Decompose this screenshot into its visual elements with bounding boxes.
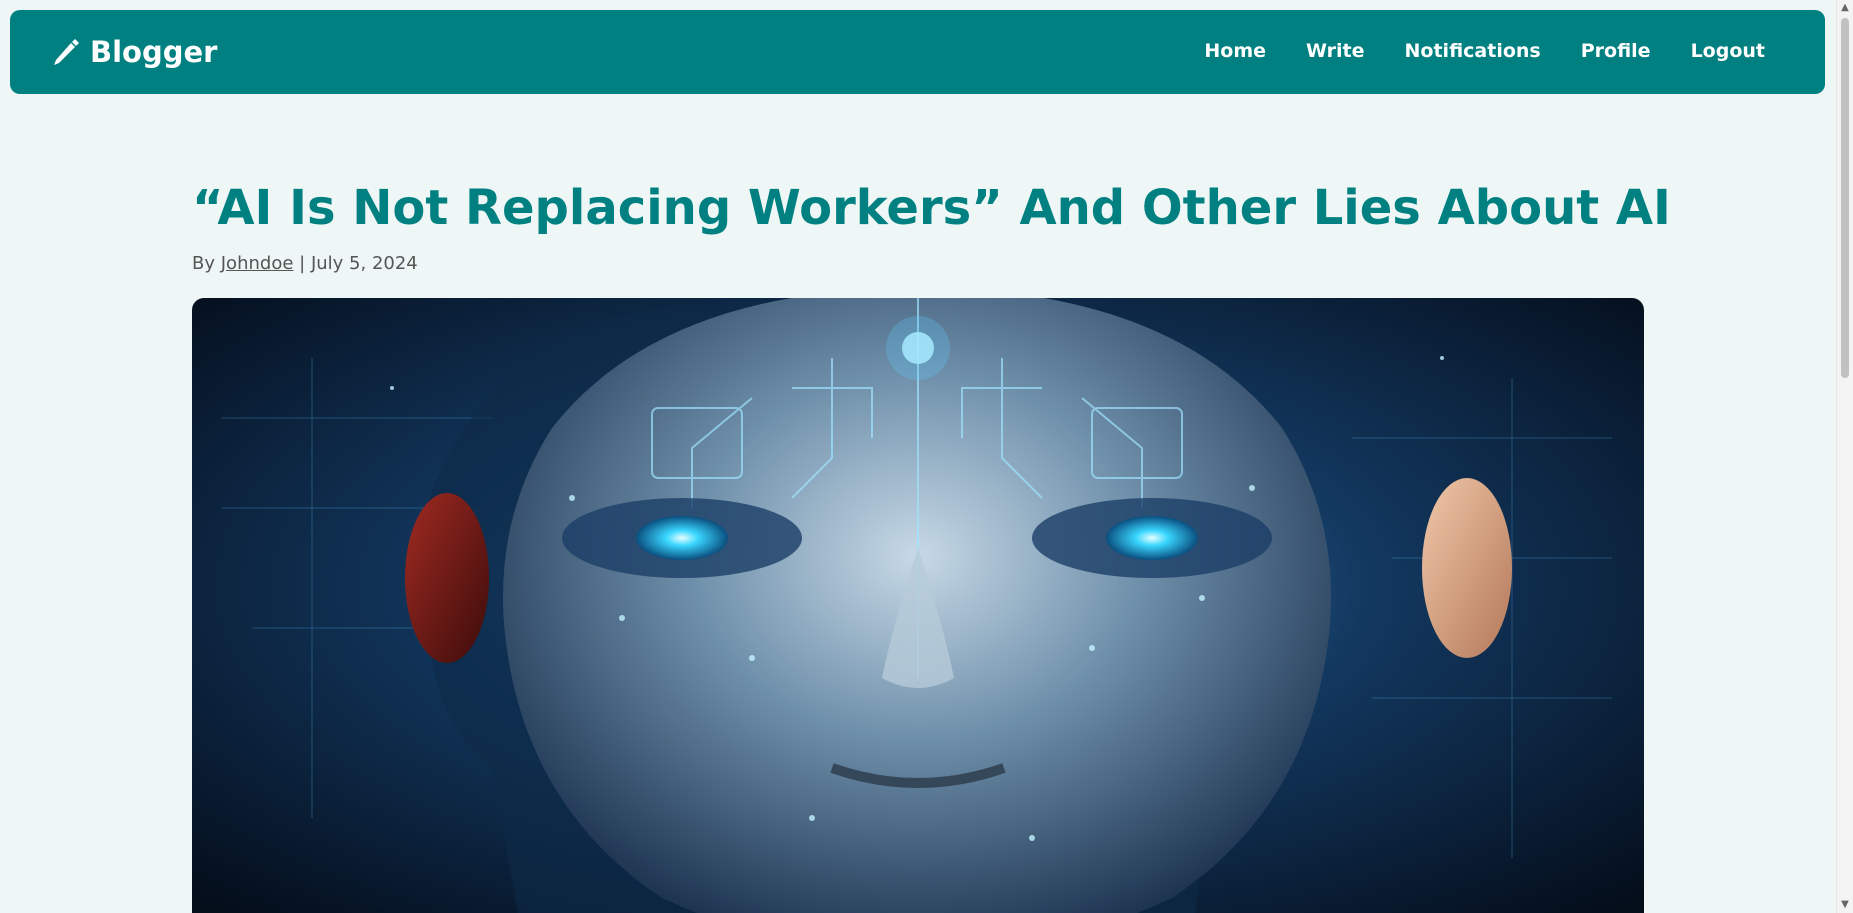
nav-profile[interactable]: Profile [1581, 40, 1651, 62]
byline-separator: | [299, 253, 306, 274]
brand-name: Blogger [90, 35, 218, 69]
nav-home[interactable]: Home [1204, 40, 1266, 62]
nav-logout[interactable]: Logout [1691, 40, 1765, 62]
main-nav: Home Write Notifications Profile Logout [1204, 40, 1765, 62]
top-navbar: Blogger Home Write Notifications Profile… [10, 10, 1825, 94]
scroll-down-icon[interactable]: ▼ [1840, 900, 1850, 910]
nav-write[interactable]: Write [1306, 40, 1364, 62]
brand-logo[interactable]: Blogger [50, 34, 217, 70]
scroll-thumb[interactable] [1841, 18, 1849, 378]
page: Blogger Home Write Notifications Profile… [0, 0, 1853, 913]
article-hero-image [192, 298, 1644, 913]
pencil-icon [50, 36, 82, 68]
page-scrollbar[interactable]: ▲ ▼ [1836, 0, 1853, 913]
publish-date: July 5, 2024 [310, 253, 418, 274]
nav-notifications[interactable]: Notifications [1405, 40, 1541, 62]
article-title: “AI Is Not Replacing Workers” And Other … [192, 180, 1671, 236]
by-label: By [192, 253, 216, 274]
author-link[interactable]: Johndoe [221, 253, 294, 274]
article-header: “AI Is Not Replacing Workers” And Other … [192, 170, 1671, 278]
ai-face-image [192, 298, 1644, 913]
scroll-up-icon[interactable]: ▲ [1840, 3, 1850, 13]
article-byline: By Johndoe | July 5, 2024 [192, 250, 1644, 278]
